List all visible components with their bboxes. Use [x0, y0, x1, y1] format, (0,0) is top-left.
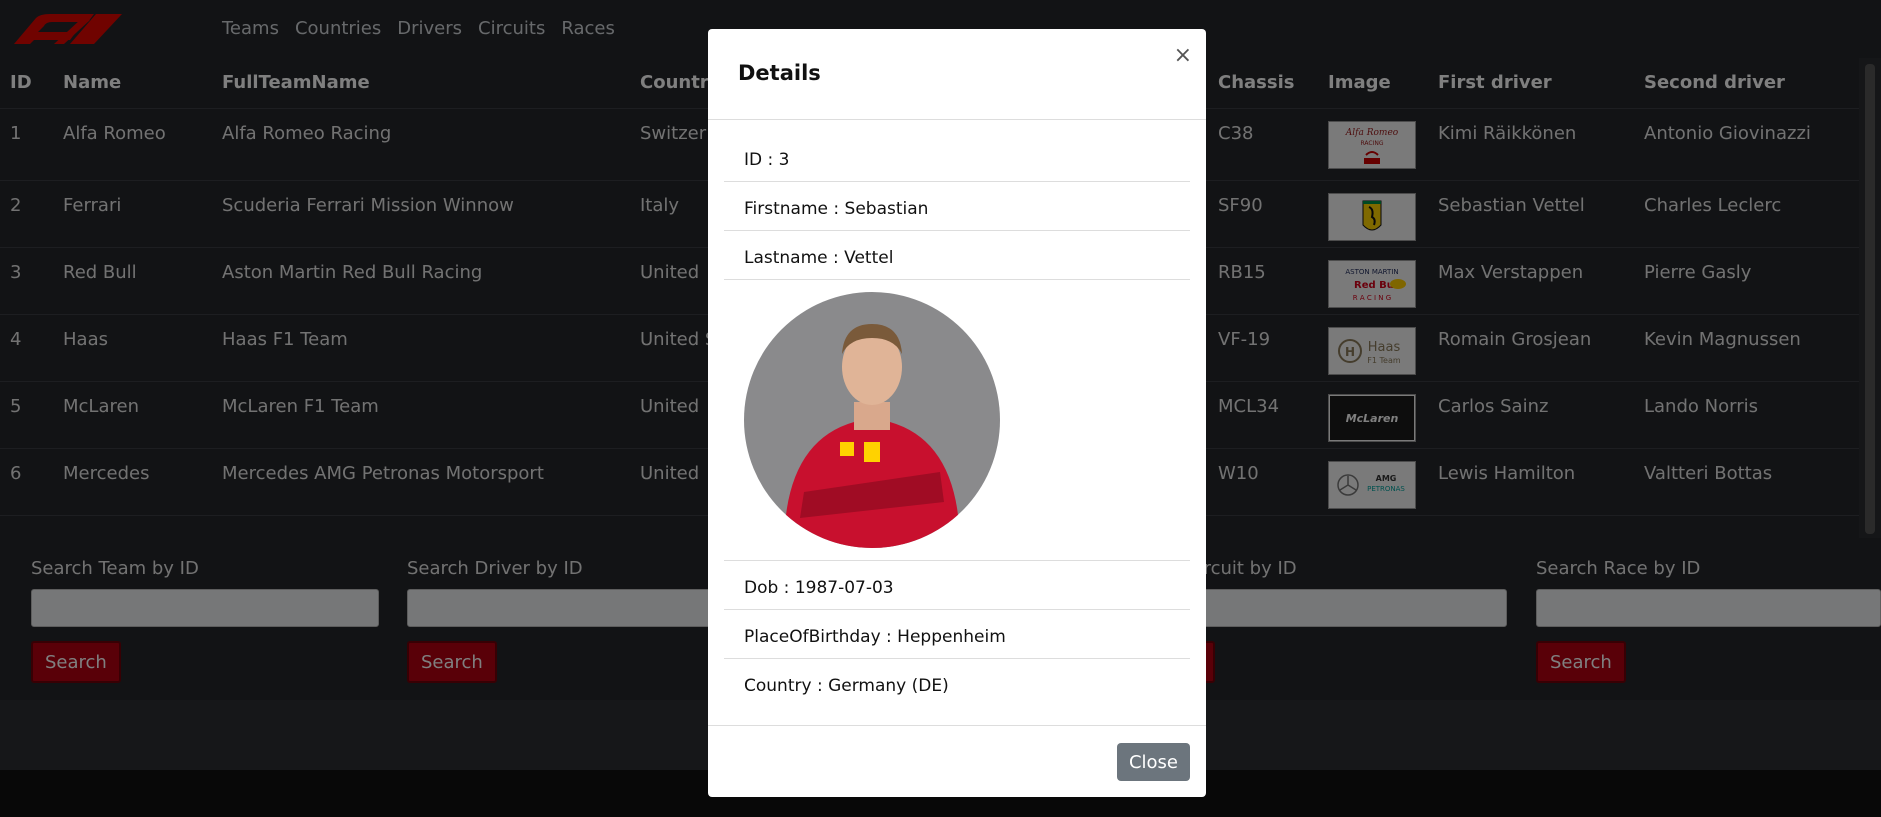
detail-lastname: Lastname : Vettel	[724, 231, 1190, 280]
detail-place-of-birth: PlaceOfBirthday : Heppenheim	[724, 610, 1190, 659]
modal-header: Details ×	[708, 29, 1206, 120]
detail-firstname: Firstname : Sebastian	[724, 182, 1190, 231]
detail-dob: Dob : 1987-07-03	[724, 561, 1190, 610]
modal-footer: Close	[708, 725, 1206, 797]
driver-photo	[744, 292, 1000, 548]
detail-country: Country : Germany (DE)	[744, 676, 949, 696]
detail-id: ID : 3	[724, 133, 1190, 182]
driver-photo-row	[724, 280, 1190, 561]
close-icon[interactable]: ×	[1174, 43, 1192, 68]
modal-title: Details	[738, 61, 821, 85]
close-button[interactable]: Close	[1116, 743, 1190, 781]
details-modal: Details × ID : 3 Firstname : Sebastian L…	[708, 29, 1206, 797]
